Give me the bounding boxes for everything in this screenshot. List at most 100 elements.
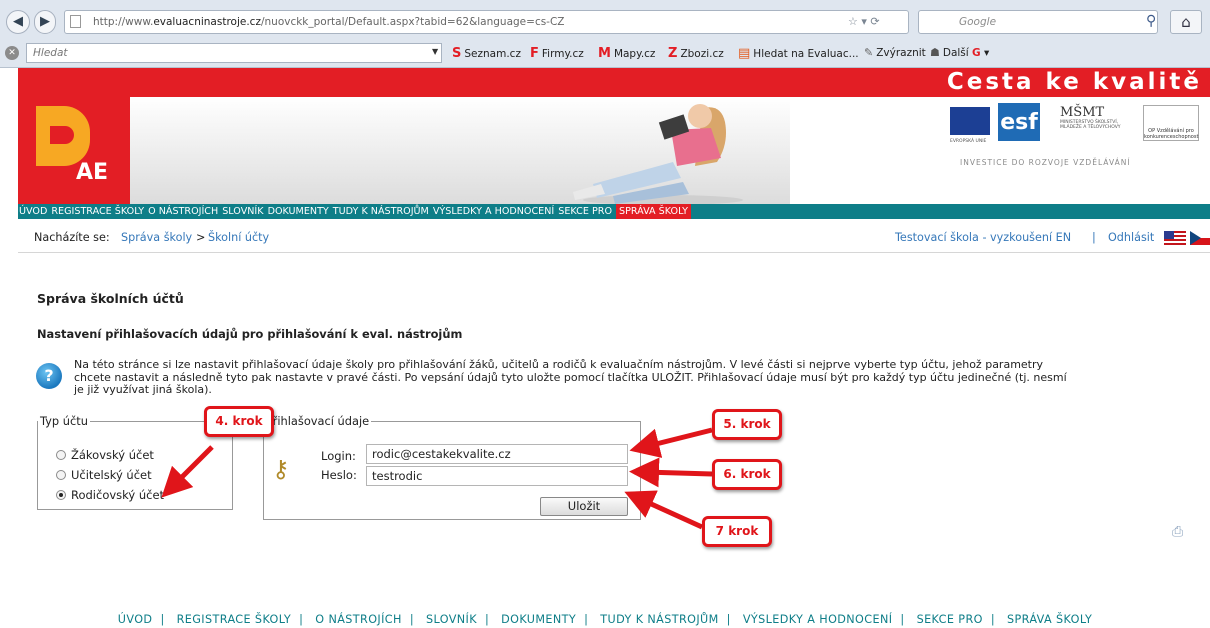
bookmark-seznam[interactable]: S Seznam.cz [452, 46, 521, 61]
brand-title: Cesta ke kvalitě [946, 69, 1202, 95]
toolbar-search-input[interactable]: Hledat [26, 43, 442, 63]
bookmark-label: Zbozi.cz [680, 48, 724, 60]
footer-link-sekce-pro[interactable]: SEKCE PRO [917, 613, 983, 626]
address-bar[interactable]: http://www.evaluacninastroje.cz/nuovckk_… [64, 10, 909, 34]
bookmark-label: Firmy.cz [541, 48, 584, 60]
highlight-button[interactable]: ✎ Zvýraznit [864, 46, 926, 59]
menu-item-uvod[interactable]: ÚVOD [19, 204, 47, 219]
save-button[interactable]: Uložit [540, 497, 628, 516]
page-title: Správa školních účtů [37, 291, 184, 306]
pencil-icon: ✎ [864, 46, 874, 59]
breadcrumb-separator: > [196, 231, 206, 244]
callout-step5: 5. krok [712, 409, 782, 440]
logo-text: AE [76, 160, 109, 185]
footer-link-o-nastrojich[interactable]: O NÁSTROJÍCH [315, 613, 402, 626]
reading-girl-image [573, 104, 743, 204]
footer-link-sprava[interactable]: SPRÁVA ŠKOLY [1007, 613, 1092, 626]
zbozi-icon: Z [668, 46, 678, 61]
bookmark-mapy[interactable]: M Mapy.cz [598, 46, 655, 61]
callout-step4: 4. krok [204, 406, 274, 437]
menu-item-o-nastrojich[interactable]: O NÁSTROJÍCH [148, 204, 218, 219]
site-banner: AE Cesta ke kvalitě EVROPSKÁ UNIE esf MŠ… [18, 68, 1210, 204]
web-search-input[interactable]: Google [918, 10, 1158, 34]
home-icon[interactable]: ⌂ [1170, 10, 1202, 34]
footer-link-slovnik[interactable]: SLOVNÍK [426, 613, 477, 626]
radio-button[interactable] [56, 470, 66, 480]
password-label: Heslo: [321, 468, 357, 482]
user-separator: | [1092, 231, 1096, 244]
menu-item-slovnik[interactable]: SLOVNÍK [222, 204, 263, 219]
footer-link-vysledky[interactable]: VÝSLEDKY A HODNOCENÍ [743, 613, 893, 626]
bookmark-label: Zvýraznit [876, 47, 926, 59]
info-icon: ? [36, 363, 62, 389]
bookmark-label: Hledat na Evaluac... [753, 48, 859, 60]
msmt-logo: MŠMT MINISTERSTVO ŠKOLSTVÍ, MLÁDEŽE A TĚL… [1060, 105, 1135, 141]
op-logo: OP Vzdělávání pro konkurenceschopnost [1143, 105, 1199, 141]
login-input[interactable]: rodic@cestakekvalite.cz [366, 444, 628, 464]
menu-item-dokumenty[interactable]: DOKUMENTY [268, 204, 329, 219]
section-title: Nastavení přihlašovacích údajů pro přihl… [37, 327, 463, 341]
menu-item-tudy[interactable]: TUDY K NÁSTROJŮM [333, 204, 429, 219]
bookmark-page-icon: ▤ [738, 46, 751, 61]
info-line: je již využívat jiná škola). [74, 383, 212, 396]
radio-rodicovsky[interactable]: Rodičovský účet [56, 488, 164, 502]
radio-zakovsky[interactable]: Žákovský účet [56, 448, 154, 462]
footer-separator: | [299, 613, 304, 626]
radio-button-selected[interactable] [56, 490, 66, 500]
breadcrumb-label: Nacházíte se: [34, 231, 110, 244]
info-text: Na této stránce si lze nastavit přihlašo… [74, 358, 1154, 397]
password-input[interactable]: testrodic [366, 466, 628, 486]
more-button[interactable]: ☗ Další G ▾ [930, 46, 989, 59]
footer-separator: | [484, 613, 490, 626]
keys-icon: ⚷ [272, 455, 290, 483]
callout-step6: 6. krok [712, 459, 782, 490]
slogan: INVESTICE DO ROZVOJE VZDĚLÁVÁNÍ [960, 158, 1131, 167]
url-tools-icon[interactable]: ☆ ▾ ⟳ [848, 15, 880, 28]
radio-label: Žákovský účet [71, 448, 154, 462]
account-type-legend: Typ účtu [40, 414, 88, 428]
mapy-icon: M [598, 46, 611, 61]
addon-toolbar: ✕ Hledat ▼ S Seznam.cz F Firmy.cz M Mapy.cz… [0, 40, 1210, 67]
arrow-step5 [629, 427, 713, 458]
bookmark-firmy[interactable]: F Firmy.cz [530, 46, 584, 61]
seznam-icon: S [452, 46, 462, 61]
logout-link[interactable]: Odhlásit [1108, 231, 1154, 244]
forward-button[interactable]: ▶ [34, 10, 56, 34]
eu-flag-icon [950, 107, 990, 135]
footer-separator: | [990, 613, 995, 626]
radio-button[interactable] [56, 450, 66, 460]
footer-separator: | [160, 613, 165, 626]
bookmark-hledat[interactable]: ▤ Hledat na Evaluac... [738, 46, 859, 61]
bookmark-label: Seznam.cz [464, 48, 521, 60]
back-button[interactable]: ◀ [6, 10, 30, 34]
partner-logos: EVROPSKÁ UNIE esf MŠMT MINISTERSTVO ŠKOLS… [950, 103, 1205, 153]
eu-caption: EVROPSKÁ UNIE [950, 139, 987, 144]
url-host: evaluacninastroje.cz [153, 16, 261, 28]
browser-chrome: ◀ ▶ http://www.evaluacninastroje.cz/nuov… [0, 0, 1210, 68]
footer-link-dokumenty[interactable]: DOKUMENTY [501, 613, 576, 626]
msmt-text: MŠMT [1060, 105, 1105, 120]
school-name-link[interactable]: Testovací škola - vyzkoušení EN [895, 231, 1071, 244]
chevron-down-icon[interactable]: ▼ [432, 47, 438, 56]
footer-separator: | [726, 613, 731, 626]
menu-item-sekce-pro[interactable]: SEKCE PRO [558, 204, 612, 219]
close-icon[interactable]: ✕ [5, 46, 19, 60]
footer-link-uvod[interactable]: ÚVOD [118, 613, 153, 626]
footer-separator: | [409, 613, 414, 626]
search-icon[interactable]: ⚲ [1146, 13, 1156, 29]
breadcrumb-link-ucty[interactable]: Školní účty [208, 231, 269, 244]
logo-icon[interactable] [36, 106, 90, 166]
menu-item-sprava-skoly[interactable]: SPRÁVA ŠKOLY [616, 204, 691, 219]
footer-link-tudy[interactable]: TUDY K NÁSTROJŮM [600, 613, 718, 626]
menu-item-vysledky[interactable]: VÝSLEDKY A HODNOCENÍ [433, 204, 554, 219]
footer-link-registrace[interactable]: REGISTRACE ŠKOLY [177, 613, 292, 626]
flag-cz-icon[interactable] [1190, 231, 1210, 245]
info-line: chcete nastavit a následně tyto pak nast… [74, 370, 1067, 384]
bookmark-zbozi[interactable]: Z Zbozi.cz [668, 46, 724, 61]
print-icon[interactable]: ⎙ [1172, 524, 1183, 540]
msmt-caption: MINISTERSTVO ŠKOLSTVÍ, MLÁDEŽE A TĚLOVÝC… [1060, 120, 1121, 130]
menu-item-registrace[interactable]: REGISTRACE ŠKOLY [51, 204, 144, 219]
breadcrumb-link-sprava[interactable]: Správa školy [121, 231, 192, 244]
flag-en-icon[interactable] [1164, 231, 1186, 245]
radio-ucitelsky[interactable]: Učitelský účet [56, 468, 152, 482]
